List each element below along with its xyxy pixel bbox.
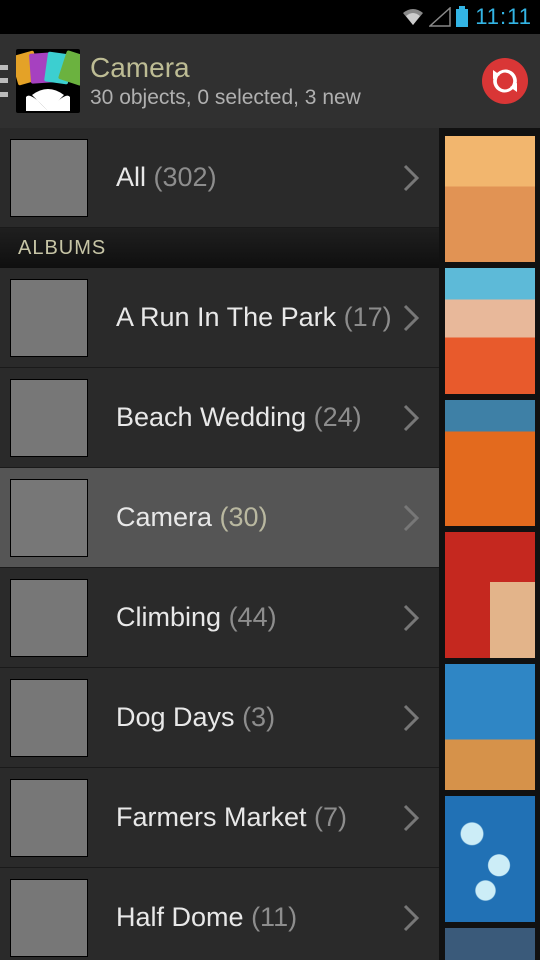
album-thumb [10,479,88,557]
album-thumb [10,879,88,957]
album-row-all[interactable]: All (302) [0,128,439,228]
album-thumb [10,779,88,857]
album-thumb [10,679,88,757]
album-label: Half Dome (11) [116,902,297,933]
chevron-right-icon [403,804,419,832]
album-label: Farmers Market (7) [116,802,347,833]
album-row[interactable]: Farmers Market (7) [0,768,439,868]
album-thumb [10,579,88,657]
album-row[interactable]: Beach Wedding (24) [0,368,439,468]
chevron-right-icon [403,904,419,932]
album-label: A Run In The Park (17) [116,302,392,333]
album-list[interactable]: All (302) ALBUMS A Run In The Park (17) B… [0,128,439,960]
app-header: Camera 30 objects, 0 selected, 3 new [0,34,540,128]
photo-thumbnail[interactable] [445,664,535,790]
chevron-right-icon [403,604,419,632]
app-icon[interactable] [16,49,80,113]
page-subtitle: 30 objects, 0 selected, 3 new [90,86,482,110]
photo-thumbnail[interactable] [445,400,535,526]
chevron-right-icon [403,404,419,432]
chevron-right-icon [403,304,419,332]
photo-thumbnail[interactable] [445,796,535,922]
album-row[interactable]: A Run In The Park (17) [0,268,439,368]
page-title: Camera [90,52,482,84]
photo-strip[interactable] [439,128,540,960]
album-row[interactable]: Camera (30) [0,468,439,568]
status-time: 11:11 [475,4,532,30]
photo-thumbnail[interactable] [445,136,535,262]
section-header-albums: ALBUMS [0,228,439,268]
chevron-right-icon [403,164,419,192]
sync-icon [490,66,520,96]
album-thumb [10,279,88,357]
photo-thumbnail[interactable] [445,268,535,394]
album-row[interactable]: Dog Days (3) [0,668,439,768]
album-row[interactable]: Climbing (44) [0,568,439,668]
album-thumb [10,139,88,217]
album-label: Climbing (44) [116,602,277,633]
album-row[interactable]: Half Dome (11) [0,868,439,960]
battery-icon [455,6,469,28]
menu-icon[interactable] [0,61,8,101]
chevron-right-icon [403,704,419,732]
album-thumb [10,379,88,457]
sync-button[interactable] [482,58,528,104]
photo-thumbnail[interactable] [445,532,535,658]
album-label: Beach Wedding (24) [116,402,362,433]
album-label: Dog Days (3) [116,702,275,733]
wifi-icon [401,7,425,27]
album-label: Camera (30) [116,502,268,533]
signal-icon [429,7,451,27]
status-bar: 11:11 [0,0,540,34]
photo-thumbnail[interactable] [445,928,535,960]
album-label: All (302) [116,162,217,193]
chevron-right-icon [403,504,419,532]
